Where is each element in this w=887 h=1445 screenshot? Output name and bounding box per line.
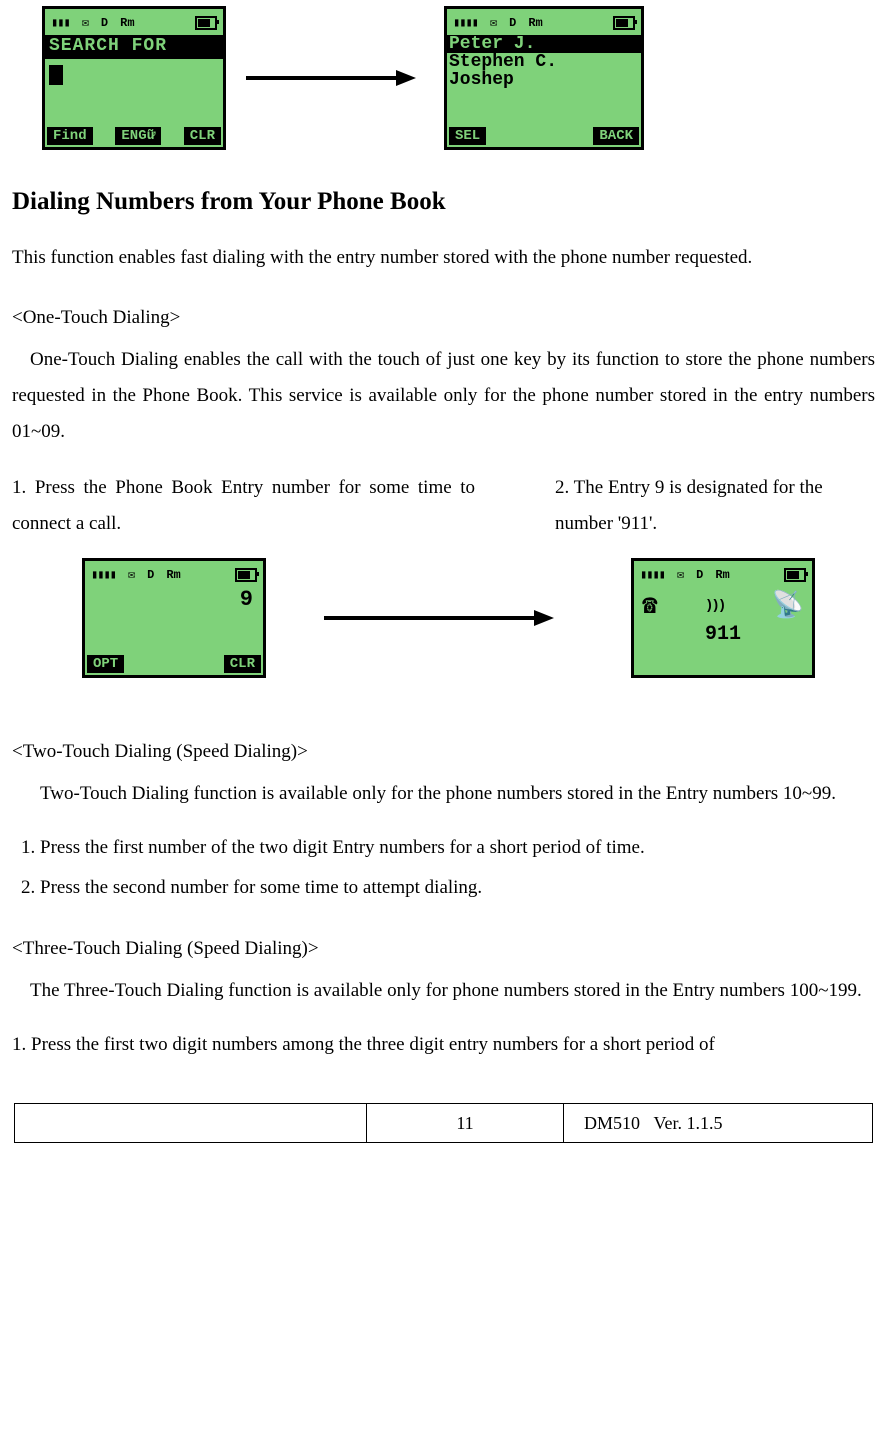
signal-icon: ▮▮▮ bbox=[51, 17, 70, 29]
screen-title: SEARCH FOR bbox=[45, 35, 223, 59]
softkey-find[interactable]: Find bbox=[47, 127, 93, 145]
status-bar: ▮▮▮▮ ✉ D Rm bbox=[634, 561, 812, 587]
signal-icon: ▮▮▮▮ bbox=[91, 569, 116, 581]
softkey-row: Find ENGữ CLR bbox=[45, 127, 223, 147]
footer-model: DM510 bbox=[584, 1113, 640, 1133]
softkey-clr[interactable]: CLR bbox=[184, 127, 221, 145]
arrow-right-icon bbox=[246, 68, 416, 88]
paragraph-two-touch: Two-Touch Dialing function is available … bbox=[12, 776, 875, 812]
screen-body bbox=[45, 59, 223, 127]
one-touch-steps-row: 1. Press the Phone Book Entry number for… bbox=[12, 470, 875, 542]
page-content: ▮▮▮ ✉ D Rm SEARCH FOR Find ENGữ CLR ▮▮▮▮ bbox=[0, 6, 887, 1143]
footer-empty bbox=[15, 1104, 367, 1142]
contact-item[interactable]: Joshep bbox=[447, 71, 641, 89]
battery-icon bbox=[613, 16, 635, 30]
softkey-opt[interactable]: OPT bbox=[87, 655, 124, 673]
rm-icon: Rm bbox=[120, 17, 134, 29]
d-icon: D bbox=[696, 569, 703, 581]
softkey-sel[interactable]: SEL bbox=[449, 127, 486, 145]
paragraph-intro: This function enables fast dialing with … bbox=[12, 240, 875, 276]
footer-version: DM510 Ver. 1.1.5 bbox=[564, 1104, 872, 1142]
battery-icon bbox=[195, 16, 217, 30]
softkey-clr[interactable]: CLR bbox=[224, 655, 261, 673]
entered-digit: 9 bbox=[89, 589, 259, 611]
rm-icon: Rm bbox=[528, 17, 542, 29]
status-bar: ▮▮▮▮ ✉ D Rm bbox=[85, 561, 263, 587]
battery-icon bbox=[784, 568, 806, 582]
screen-entry-9: ▮▮▮▮ ✉ D Rm 9 OPT CLR bbox=[82, 558, 266, 678]
heading-dialing: Dialing Numbers from Your Phone Book bbox=[12, 178, 875, 226]
signal-icon: ▮▮▮▮ bbox=[640, 569, 665, 581]
paragraph-one-touch: One-Touch Dialing enables the call with … bbox=[12, 342, 875, 450]
arrow-right-icon bbox=[324, 608, 554, 628]
softkey-row: SEL BACK bbox=[447, 127, 641, 147]
screen-911-wrap: ▮▮▮▮ ✉ D Rm ☎ ))) 📡 911 bbox=[631, 558, 815, 678]
subheading-three-touch: <Three-Touch Dialing (Speed Dialing)> bbox=[12, 931, 875, 967]
signal-icon: ▮▮▮▮ bbox=[453, 17, 478, 29]
one-touch-screens-row: ▮▮▮▮ ✉ D Rm 9 OPT CLR bbox=[12, 558, 875, 678]
contact-list: Peter J. Stephen C. Joshep bbox=[447, 35, 641, 127]
subheading-one-touch: <One-Touch Dialing> bbox=[12, 300, 875, 336]
screen-contacts: ▮▮▮▮ ✉ D Rm Peter J. Stephen C. Joshep S… bbox=[444, 6, 644, 150]
three-touch-step-1: 1. Press the first two digit numbers amo… bbox=[12, 1027, 875, 1063]
satellite-icon: 📡 bbox=[772, 593, 804, 619]
softkey-lang[interactable]: ENGữ bbox=[115, 127, 161, 145]
d-icon: D bbox=[147, 569, 154, 581]
status-bar: ▮▮▮▮ ✉ D Rm bbox=[447, 9, 641, 35]
step-1-text: 1. Press the Phone Book Entry number for… bbox=[12, 470, 475, 542]
text-cursor bbox=[49, 65, 63, 85]
envelope-icon: ✉ bbox=[677, 569, 684, 581]
envelope-icon: ✉ bbox=[82, 17, 89, 29]
two-touch-steps: Press the first number of the two digit … bbox=[12, 830, 875, 906]
step-2-text: 2. The Entry 9 is designated for the num… bbox=[555, 470, 875, 542]
screen-dial-911: ▮▮▮▮ ✉ D Rm ☎ ))) 📡 911 bbox=[631, 558, 815, 678]
contact-item-selected[interactable]: Peter J. bbox=[447, 35, 641, 53]
d-icon: D bbox=[101, 17, 108, 29]
signal-waves-icon: ))) bbox=[705, 599, 724, 613]
contact-item[interactable]: Stephen C. bbox=[447, 53, 641, 71]
footer-ver-text: Ver. 1.1.5 bbox=[654, 1113, 723, 1133]
screen-entry-9-wrap: ▮▮▮▮ ✉ D Rm 9 OPT CLR bbox=[82, 558, 266, 678]
softkey-row: OPT CLR bbox=[85, 655, 263, 675]
dialed-number: 911 bbox=[634, 625, 812, 645]
page-footer: 11 DM510 Ver. 1.1.5 bbox=[14, 1103, 873, 1143]
two-touch-step-1: Press the first number of the two digit … bbox=[40, 830, 875, 866]
rm-icon: Rm bbox=[166, 569, 180, 581]
envelope-icon: ✉ bbox=[128, 569, 135, 581]
paragraph-three-touch: The Three-Touch Dialing function is avai… bbox=[12, 973, 875, 1009]
softkey-back[interactable]: BACK bbox=[593, 127, 639, 145]
phone-icon: ☎ bbox=[642, 593, 658, 619]
d-icon: D bbox=[509, 17, 516, 29]
rm-icon: Rm bbox=[715, 569, 729, 581]
screen-search-for: ▮▮▮ ✉ D Rm SEARCH FOR Find ENGữ CLR bbox=[42, 6, 226, 150]
two-touch-step-2: Press the second number for some time to… bbox=[40, 870, 875, 906]
top-screen-row: ▮▮▮ ✉ D Rm SEARCH FOR Find ENGữ CLR ▮▮▮▮ bbox=[42, 6, 875, 150]
calling-animation: ☎ ))) 📡 bbox=[634, 587, 812, 625]
footer-page-number: 11 bbox=[367, 1104, 564, 1142]
subheading-two-touch: <Two-Touch Dialing (Speed Dialing)> bbox=[12, 734, 875, 770]
digit-display: 9 bbox=[85, 587, 263, 655]
envelope-icon: ✉ bbox=[490, 17, 497, 29]
battery-icon bbox=[235, 568, 257, 582]
status-bar: ▮▮▮ ✉ D Rm bbox=[45, 9, 223, 35]
